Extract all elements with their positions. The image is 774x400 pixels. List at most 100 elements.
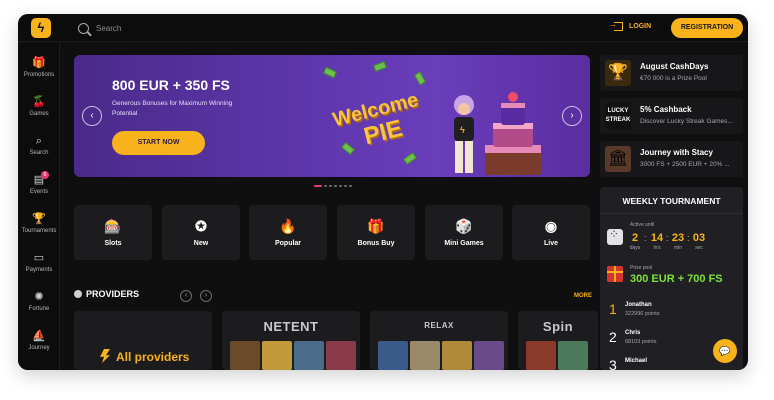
pagination-dot[interactable]	[324, 185, 327, 187]
sidebar-item-label: Search	[29, 150, 49, 156]
provider-card-relax[interactable]: RELAX	[370, 311, 508, 370]
all-providers-label: All providers	[100, 349, 189, 364]
sidebar-item-promotions[interactable]: 🎁 Promotions	[18, 57, 60, 78]
events-count-badge: 6	[41, 171, 49, 179]
providers-more-link[interactable]: MORE	[574, 293, 592, 299]
money-bill-icon	[341, 141, 355, 156]
provider-game-thumbnails	[230, 341, 356, 370]
sidebar-item-label: Games	[29, 111, 49, 117]
leaderboard-points: 68103 points	[625, 339, 657, 345]
category-label: Slots	[104, 240, 122, 247]
promo-card-journey[interactable]: 🏛 Journey with Stacy 3000 FS + 2500 EUR …	[600, 141, 743, 177]
login-icon	[608, 19, 623, 31]
countdown-value: 14	[650, 232, 664, 244]
sidebar-item-label: Journey	[28, 345, 50, 351]
banner-pagination[interactable]	[314, 185, 352, 187]
banner-next-arrow-icon[interactable]: ›	[562, 106, 582, 126]
sidebar-item-label: Promotions	[23, 72, 55, 78]
flame-icon: 🔥	[279, 218, 297, 234]
provider-card-spin[interactable]: Spin	[518, 311, 598, 370]
game-thumbnail[interactable]	[294, 341, 324, 370]
provider-name: Spin	[542, 319, 574, 334]
leaderboard-name: Michael	[625, 358, 648, 364]
game-thumbnail[interactable]	[474, 341, 504, 370]
search-placeholder[interactable]: Search	[96, 24, 121, 33]
game-thumbnail[interactable]	[410, 341, 440, 370]
banner-prev-arrow-icon[interactable]: ‹	[82, 106, 102, 126]
search-icon	[78, 22, 89, 34]
dice-icon	[607, 227, 623, 245]
providers-title: PROVIDERS	[86, 289, 140, 299]
new-badge-icon: ✪	[195, 218, 207, 234]
game-thumbnail[interactable]	[442, 341, 472, 370]
providers-prev-icon[interactable]: ‹	[180, 290, 192, 302]
game-thumbnail[interactable]	[262, 341, 292, 370]
bolt-logo-icon[interactable]: ϟ	[31, 18, 51, 38]
category-new[interactable]: ✪ New	[162, 205, 240, 260]
search-bar[interactable]: Search	[78, 19, 278, 37]
pagination-dot[interactable]	[334, 185, 337, 187]
promo-subtitle: 3000 FS + 2500 EUR + 20% ...	[640, 161, 730, 168]
start-now-button[interactable]: START NOW	[112, 131, 205, 155]
sidebar: 🎁 Promotions 🍒 Games ⌕ Search ▤ 6 Events…	[18, 43, 60, 370]
leaderboard-name: Jonathan	[625, 302, 652, 308]
lucky-streak-logo: LUCKY STREAK	[605, 103, 631, 129]
category-popular[interactable]: 🔥 Popular	[249, 205, 327, 260]
game-thumbnail[interactable]	[326, 341, 356, 370]
game-thumbnail[interactable]	[558, 341, 588, 370]
sidebar-item-tournaments[interactable]: 🏆 Tournaments	[18, 213, 60, 234]
pagination-dot[interactable]	[329, 185, 332, 187]
provider-name: NETENT	[263, 319, 319, 334]
countdown-hours: 14 hrs	[648, 232, 666, 251]
active-until-label: Active until	[630, 222, 655, 228]
pagination-dot[interactable]	[339, 185, 342, 187]
top-bar: ϟ Search LOGIN REGISTRATION	[18, 14, 748, 42]
login-link[interactable]: LOGIN	[608, 19, 651, 31]
countdown-separator: :	[644, 233, 647, 243]
chat-bubble-icon[interactable]: 💬	[713, 339, 737, 363]
provider-game-thumbnails	[378, 341, 504, 370]
sidebar-item-payments[interactable]: ▭ Payments	[18, 252, 60, 273]
pagination-dot[interactable]	[349, 185, 352, 187]
category-label: New	[193, 240, 209, 247]
category-mini-games[interactable]: 🎲 Mini Games	[425, 205, 503, 260]
category-label: Bonus Buy	[357, 240, 395, 247]
mascot-character-illustration: ϟ	[454, 95, 474, 173]
game-thumbnail[interactable]	[230, 341, 260, 370]
trophy-icon: 🏆	[605, 60, 631, 86]
provider-card-netent[interactable]: NETENT	[222, 311, 360, 370]
money-bill-icon	[403, 152, 417, 165]
banner-title: 800 EUR + 350 FS	[112, 77, 230, 93]
colosseum-icon: 🏛	[605, 146, 631, 172]
game-thumbnail[interactable]	[378, 341, 408, 370]
game-thumbnail[interactable]	[526, 341, 556, 370]
countdown-value: 03	[692, 232, 706, 244]
providers-next-icon[interactable]: ›	[200, 290, 212, 302]
hero-banner[interactable]: 800 EUR + 350 FS Generous Bonuses for Ma…	[74, 55, 590, 177]
registration-button[interactable]: REGISTRATION	[671, 18, 743, 38]
category-bonus-buy[interactable]: 🎁 Bonus Buy	[337, 205, 415, 260]
search-icon: ⌕	[35, 135, 43, 147]
pagination-dot-active[interactable]	[314, 185, 322, 187]
provider-card-all[interactable]: All providers	[74, 311, 212, 370]
countdown-seconds: 03 sec	[690, 232, 708, 251]
sidebar-item-events[interactable]: ▤ 6 Events	[18, 171, 60, 195]
category-live[interactable]: ◉ Live	[512, 205, 590, 260]
promo-title: 5% Cashback	[640, 105, 692, 114]
ship-icon: ⛵	[32, 330, 46, 342]
sidebar-item-games[interactable]: 🍒 Games	[18, 96, 60, 117]
chip-icon	[74, 290, 82, 298]
category-slots[interactable]: 🎰 Slots	[74, 205, 152, 260]
providers-heading: PROVIDERS	[74, 289, 139, 299]
sidebar-item-fortune[interactable]: ✺ Fortune	[18, 291, 60, 312]
leaderboard-rank: 1	[609, 301, 617, 317]
pagination-dot[interactable]	[344, 185, 347, 187]
promo-subtitle: Discover Lucky Streak Games...	[640, 118, 733, 125]
sidebar-item-journey[interactable]: ⛵ Journey	[18, 330, 60, 351]
leaderboard-row: 1 Jonathan 322996 points	[600, 299, 743, 324]
sidebar-item-search[interactable]: ⌕ Search	[18, 135, 60, 156]
promo-card-cashdays[interactable]: 🏆 August CashDays €70 000 is a Prize Poo…	[600, 55, 743, 91]
wheel-icon: ✺	[34, 291, 44, 303]
dice-icon: 🎲	[455, 218, 473, 234]
promo-card-cashback[interactable]: LUCKY STREAK 5% Cashback Discover Lucky …	[600, 98, 743, 134]
